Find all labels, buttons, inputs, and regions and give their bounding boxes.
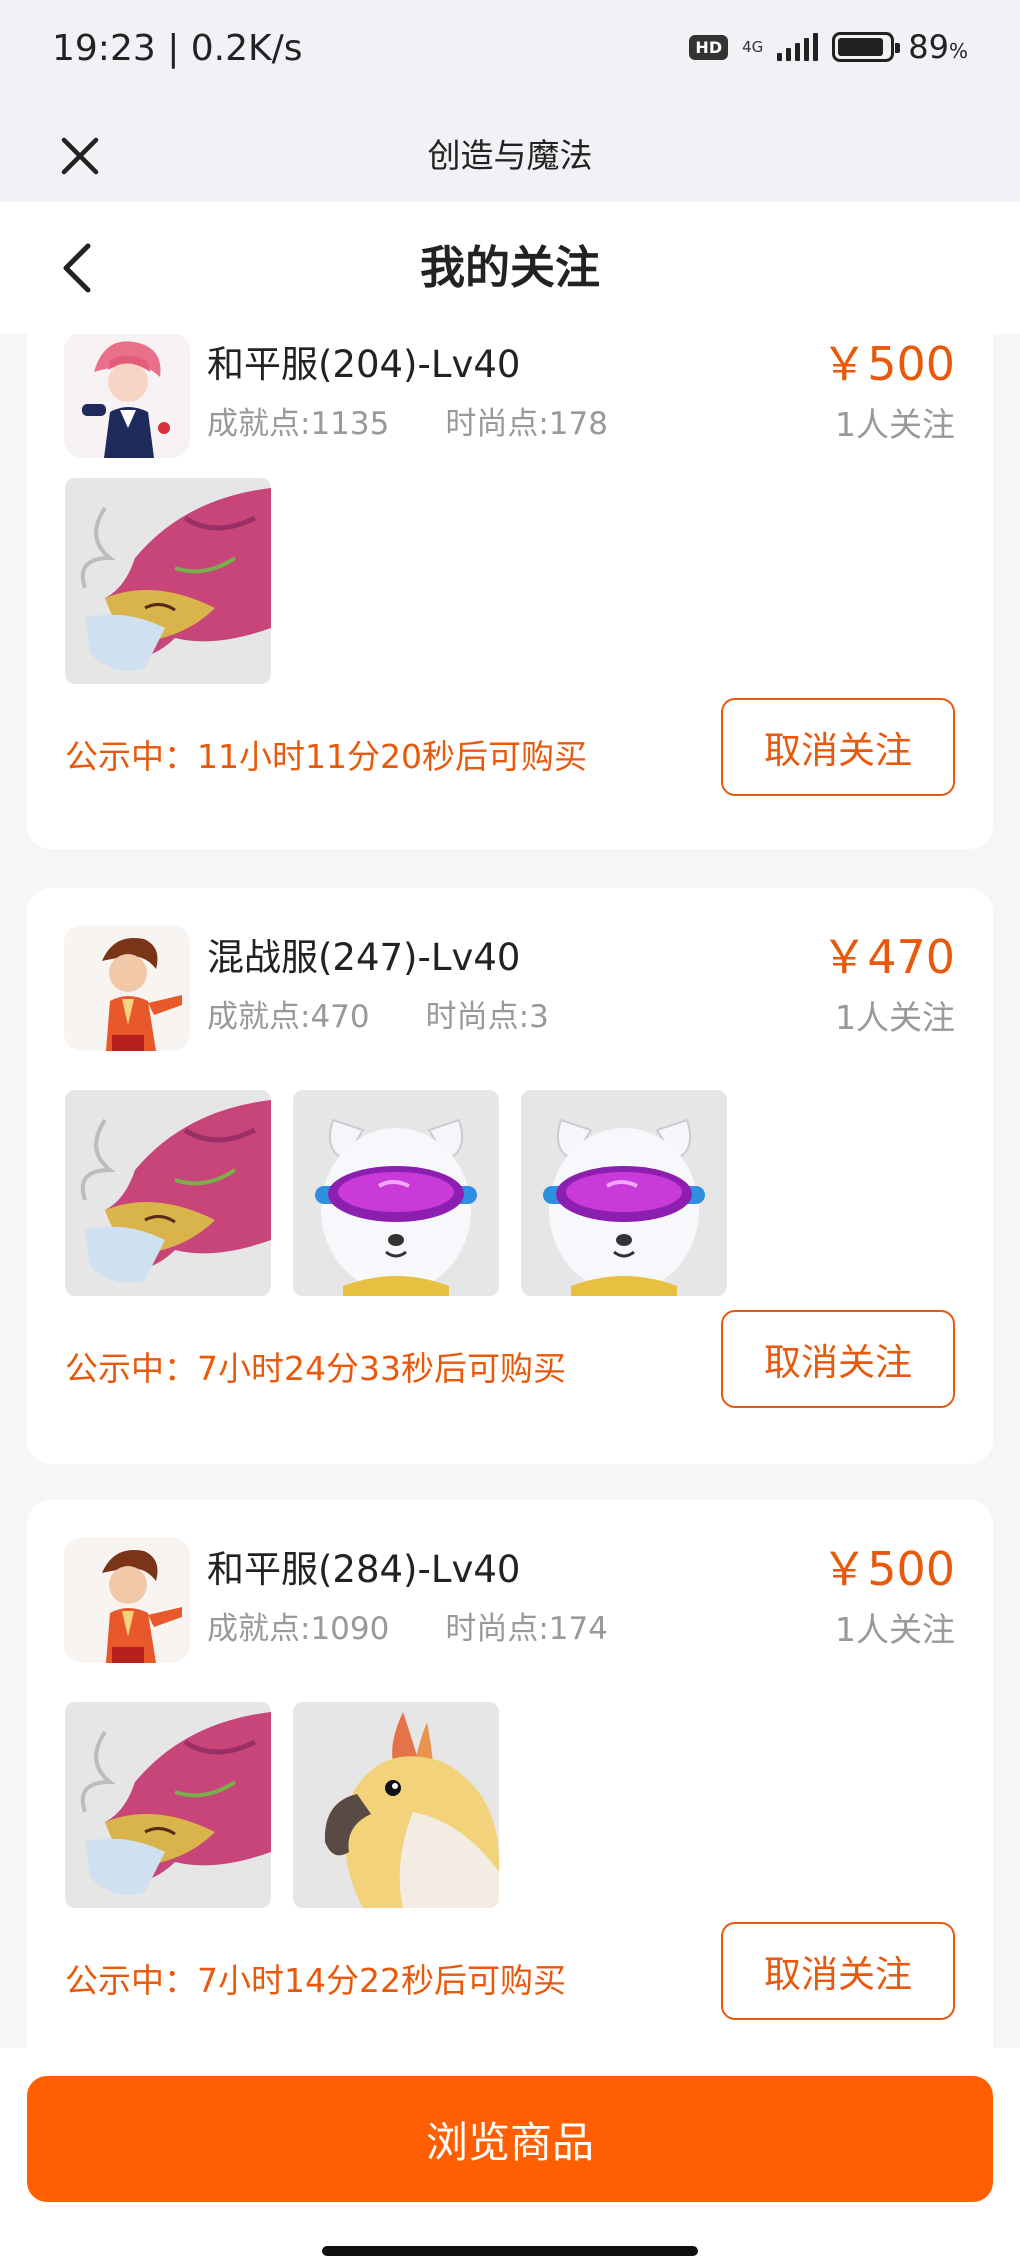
price: ￥470 [821,930,955,984]
goggles-bear-thumbnail[interactable] [293,1090,499,1296]
price: ￥500 [821,1542,955,1596]
miniapp-title: 创造与魔法 [427,136,593,175]
listing-card[interactable]: 和平服(284)-Lv40 成就点:1090 时尚点:174 ￥500 1人关注 [27,1500,993,2048]
achievement-points: 成就点:1135 [207,406,390,442]
fashion-points: 时尚点:3 [425,999,549,1035]
miniapp-bar: 创造与魔法 [0,110,1020,202]
countdown-text: 公示中：7小时24分33秒后可购买 [65,1349,566,1388]
character-avatar [64,925,190,1051]
price: ￥500 [821,337,955,391]
dragon-mount-thumbnail[interactable] [65,1090,271,1296]
follower-count: 1人关注 [835,405,955,444]
status-time: 19:23 | 0.2K/s [52,28,303,69]
dragon-mount-thumbnail[interactable] [65,1702,271,1908]
unfollow-button[interactable]: 取消关注 [721,698,955,796]
network-type: 4G [742,38,764,56]
page-title: 我的关注 [419,241,600,294]
nav-bar: 我的关注 [0,202,1020,334]
footer-bar: 浏览商品 [0,2048,1020,2267]
follower-count: 1人关注 [835,998,955,1037]
character-avatar [64,1537,190,1663]
stats-row: 成就点:470 时尚点:3 [207,991,549,1036]
battery-icon [832,32,901,62]
item-thumbnails [65,478,271,684]
server-name: 和平服(204)-Lv40 [207,343,521,386]
signal-icon [777,33,819,61]
listing-card[interactable]: 和平服(204)-Lv40 成就点:1135 时尚点:178 ￥500 1人关注 [27,334,993,849]
cockatoo-pet-thumbnail[interactable] [293,1702,499,1908]
hd-icon: HD [689,34,729,60]
unfollow-button[interactable]: 取消关注 [721,1922,955,2020]
follower-count: 1人关注 [835,1610,955,1649]
server-name: 混战服(247)-Lv40 [207,936,521,979]
fashion-points: 时尚点:174 [445,1611,608,1647]
unfollow-button[interactable]: 取消关注 [721,1310,955,1408]
fashion-points: 时尚点:178 [445,406,608,442]
listing-card[interactable]: 混战服(247)-Lv40 成就点:470 时尚点:3 ￥470 1人关注 公示… [27,888,993,1464]
browse-products-button[interactable]: 浏览商品 [27,2076,993,2202]
dragon-mount-thumbnail[interactable] [65,478,271,684]
stats-row: 成就点:1135 时尚点:178 [207,398,608,443]
item-thumbnails [65,1090,727,1296]
item-thumbnails [65,1702,499,1908]
countdown-text: 公示中：7小时14分22秒后可购买 [65,1961,566,2000]
achievement-points: 成就点:1090 [207,1611,390,1647]
battery-percent: 89% [908,28,968,66]
status-icons: HD 4G 89% [689,28,968,66]
character-avatar [64,334,190,458]
home-indicator[interactable] [322,2246,698,2256]
follow-list[interactable]: 和平服(204)-Lv40 成就点:1135 时尚点:178 ￥500 1人关注 [0,334,1020,2048]
countdown-text: 公示中：11小时11分20秒后可购买 [65,737,587,776]
status-bar: 19:23 | 0.2K/s HD 4G 89% [0,0,1020,110]
server-name: 和平服(284)-Lv40 [207,1548,521,1591]
stats-row: 成就点:1090 时尚点:174 [207,1603,608,1648]
achievement-points: 成就点:470 [207,999,370,1035]
goggles-bear-thumbnail[interactable] [521,1090,727,1296]
